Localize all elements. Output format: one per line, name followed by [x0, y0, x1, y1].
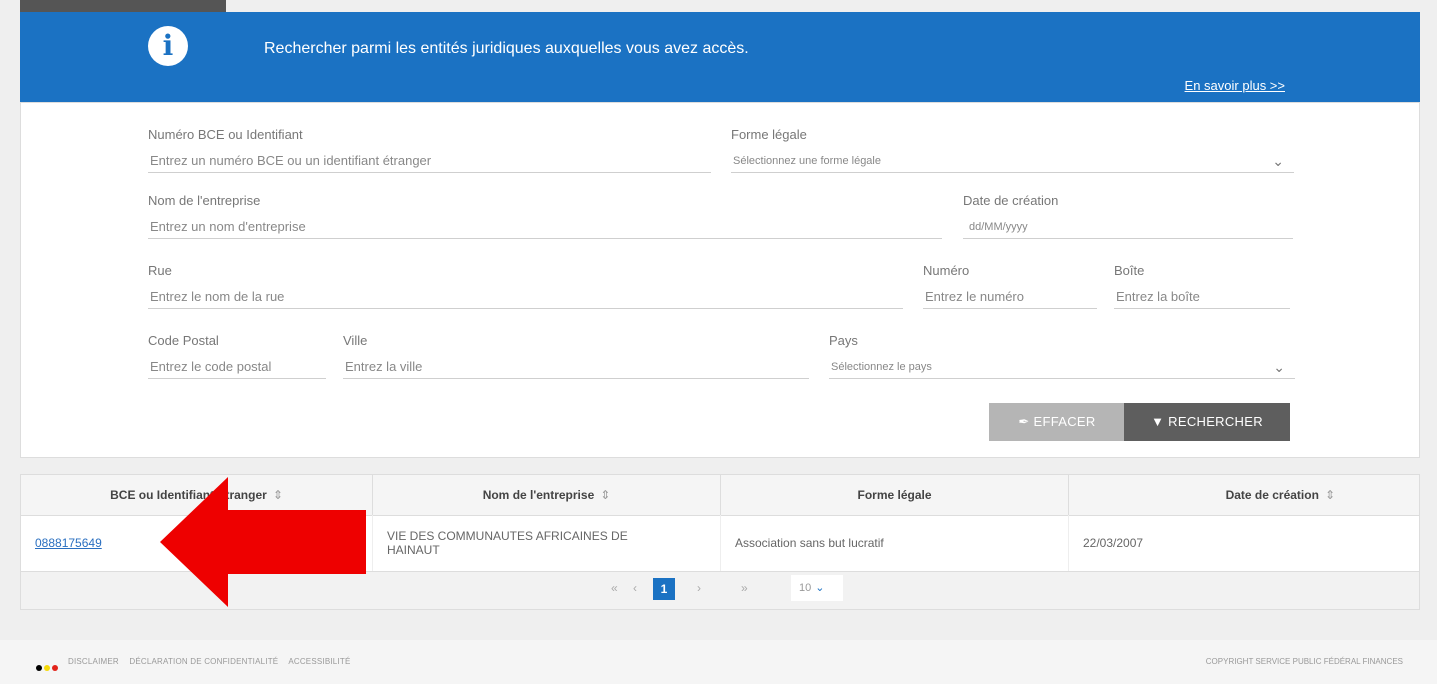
red-arrow-annotation [160, 477, 366, 607]
box-input[interactable]: Entrez la boîte [1114, 285, 1290, 309]
first-page-button[interactable]: « [611, 581, 618, 595]
chevron-down-icon: ⌄ [1273, 358, 1285, 375]
header-legal-form: Forme légale [721, 475, 1069, 515]
last-page-button[interactable]: » [741, 581, 748, 595]
search-button[interactable]: ▼ RECHERCHER [1124, 403, 1290, 441]
creation-date-input[interactable]: dd/MM/yyyy [963, 215, 1293, 239]
bce-link[interactable]: 0888175649 [35, 536, 102, 550]
header-creation-date[interactable]: Date de création ⇕ [1069, 475, 1421, 515]
search-form: Numéro BCE ou Identifiant Entrez un numé… [20, 102, 1420, 458]
country-field: Pays Sélectionnez le pays ⌄ [829, 333, 1295, 379]
header-company-name[interactable]: Nom de l'entreprise ⇕ [373, 475, 721, 515]
chevron-down-icon: ⌄ [1272, 152, 1284, 169]
country-label: Pays [829, 333, 858, 348]
city-field: Ville Entrez la ville [343, 333, 809, 379]
copyright-text: COPYRIGHT SERVICE PUBLIC FÉDÉRAL FINANCE… [1205, 657, 1403, 666]
chevron-down-icon: ⌄ [815, 582, 825, 594]
sort-icon: ⇕ [1324, 488, 1335, 502]
prev-page-button[interactable]: ‹ [633, 581, 637, 595]
street-input[interactable]: Entrez le nom de la rue [148, 285, 903, 309]
top-tab-strip [20, 0, 226, 12]
number-input[interactable]: Entrez le numéro [923, 285, 1097, 309]
page-size-select[interactable]: 10 ⌄ [791, 575, 843, 601]
clear-button[interactable]: ✒ EFFACER [989, 403, 1125, 441]
cell-legal-form: Association sans but lucratif [721, 515, 1069, 571]
footer-links: DISCLAIMER DÉCLARATION DE CONFIDENTIALIT… [68, 657, 359, 666]
info-banner: i Rechercher parmi les entités juridique… [20, 12, 1420, 102]
street-label: Rue [148, 263, 172, 278]
more-info-link[interactable]: En savoir plus >> [1185, 78, 1285, 93]
company-name-label: Nom de l'entreprise [148, 193, 261, 208]
postal-code-input[interactable]: Entrez le code postal [148, 355, 326, 379]
box-field: Boîte Entrez la boîte [1114, 263, 1290, 309]
privacy-link[interactable]: DÉCLARATION DE CONFIDENTIALITÉ [129, 657, 278, 666]
disclaimer-link[interactable]: DISCLAIMER [68, 657, 119, 666]
city-label: Ville [343, 333, 368, 348]
info-icon: i [148, 26, 188, 66]
number-label: Numéro [923, 263, 970, 278]
footer: DISCLAIMER DÉCLARATION DE CONFIDENTIALIT… [0, 640, 1437, 684]
creation-date-label: Date de création [963, 193, 1059, 208]
creation-date-field: Date de création dd/MM/yyyy [963, 193, 1293, 239]
box-label: Boîte [1114, 263, 1145, 278]
company-name-input[interactable]: Entrez un nom d'entreprise [148, 215, 942, 239]
legal-form-select[interactable]: Sélectionnez une forme légale ⌄ [731, 149, 1294, 173]
cell-company-name: VIE DES COMMUNAUTES AFRICAINES DE HAINAU… [373, 515, 721, 571]
banner-message: Rechercher parmi les entités juridiques … [264, 40, 749, 57]
sort-icon: ⇕ [600, 488, 611, 502]
postal-code-field: Code Postal Entrez le code postal [148, 333, 326, 379]
current-page[interactable]: 1 [653, 578, 675, 600]
legal-form-label: Forme légale [731, 127, 807, 142]
number-field: Numéro Entrez le numéro [923, 263, 1097, 309]
street-field: Rue Entrez le nom de la rue [148, 263, 903, 309]
company-name-field: Nom de l'entreprise Entrez un nom d'entr… [148, 193, 942, 239]
bce-label: Numéro BCE ou Identifiant [148, 127, 303, 142]
city-input[interactable]: Entrez la ville [343, 355, 809, 379]
accessibility-link[interactable]: ACCESSIBILITÉ [288, 657, 350, 666]
postal-code-label: Code Postal [148, 333, 219, 348]
eraser-icon: ✒ [1018, 414, 1030, 429]
cell-creation-date: 22/03/2007 [1083, 536, 1144, 550]
next-page-button[interactable]: › [697, 581, 701, 595]
filter-icon: ▼ [1151, 414, 1165, 429]
belgian-flag-dots [36, 658, 60, 676]
bce-field: Numéro BCE ou Identifiant Entrez un numé… [148, 127, 711, 173]
country-select[interactable]: Sélectionnez le pays ⌄ [829, 355, 1295, 379]
legal-form-field: Forme légale Sélectionnez une forme léga… [731, 127, 1294, 173]
bce-input[interactable]: Entrez un numéro BCE ou un identifiant é… [148, 149, 711, 173]
